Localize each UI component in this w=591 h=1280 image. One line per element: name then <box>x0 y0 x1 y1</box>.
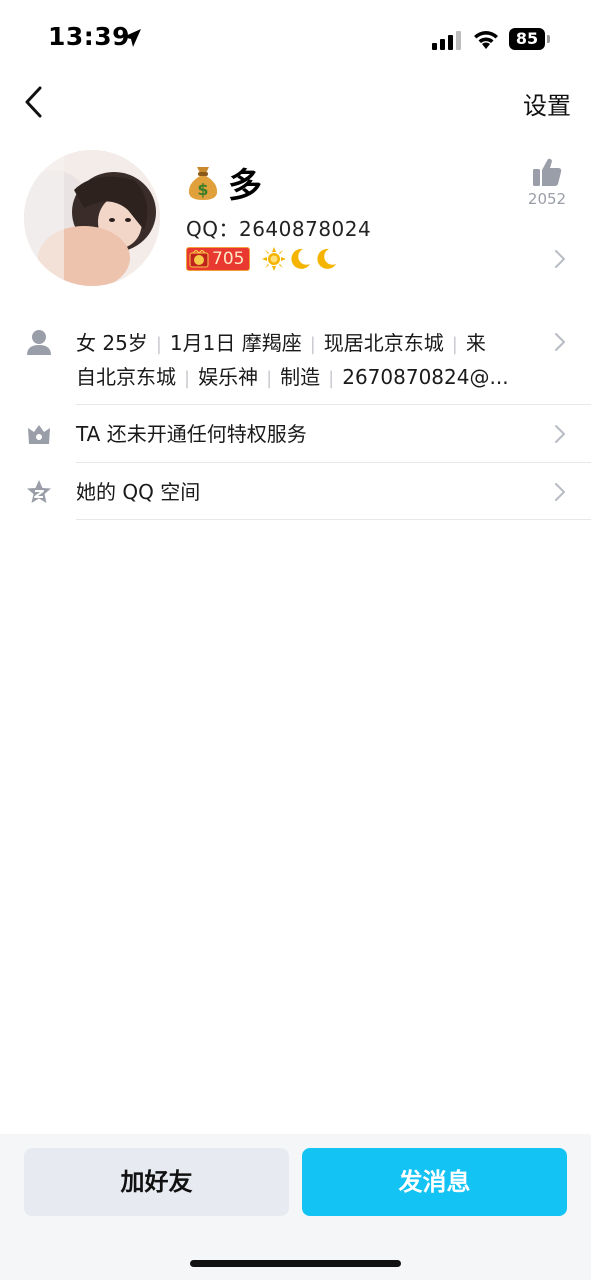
info-gender-age: 女 25岁 <box>76 331 148 355</box>
crown-icon <box>28 425 50 444</box>
info-company: 娱乐神 <box>198 365 259 389</box>
settings-link[interactable]: 设置 <box>523 86 571 121</box>
moon-icon <box>317 248 337 269</box>
status-time: 13:39 <box>48 22 131 51</box>
qzone-text: 她的 QQ 空间 <box>76 480 201 504</box>
info-email: 2670870824@... <box>342 365 509 389</box>
level-number: 705 <box>212 249 245 269</box>
person-icon <box>27 330 51 355</box>
separator: | <box>451 334 458 355</box>
basic-info-line-2: 自北京东城 | 娱乐神 | 制造 | 2670870824@... <box>76 360 509 396</box>
chevron-right-icon <box>555 483 565 501</box>
separator: | <box>309 334 316 355</box>
separator: | <box>155 334 162 355</box>
battery-indicator: 85 <box>509 28 545 50</box>
avatar[interactable] <box>24 150 160 286</box>
home-indicator <box>190 1260 401 1267</box>
cellular-signal-icon <box>432 31 461 50</box>
sun-icon <box>262 247 287 271</box>
info-hometown-end: 自北京东城 <box>76 365 176 389</box>
like-button[interactable]: 2052 <box>525 156 569 208</box>
money-bag-icon: $ <box>188 167 218 200</box>
avatar-photo <box>24 150 160 286</box>
wifi-icon <box>474 31 498 49</box>
status-bar: 13:39 85 <box>0 0 591 78</box>
info-location: 现居北京东城 <box>323 331 444 355</box>
basic-info-row[interactable]: 女 25岁 | 1月1日 摩羯座 | 现居北京东城 | 来 自北京东城 | 娱乐神 | 制造 | 267… <box>0 322 591 402</box>
privilege-text: TA 还未开通任何特权服务 <box>76 422 307 446</box>
info-birthday: 1月1日 摩羯座 <box>169 331 302 355</box>
chevron-right-icon <box>555 333 565 351</box>
chevron-right-icon[interactable] <box>553 248 567 270</box>
level-badge-icon <box>189 250 209 268</box>
profile-page: 13:39 85 设置 $ 多 QQ：2640878024 705 2052 女… <box>0 0 591 1280</box>
separator: | <box>266 368 273 389</box>
divider <box>76 519 591 520</box>
back-arrow-icon[interactable] <box>20 84 50 120</box>
qzone-row[interactable]: 她的 QQ 空间 <box>0 463 591 520</box>
chevron-right-icon <box>555 425 565 443</box>
separator: | <box>184 368 191 389</box>
qq-number: QQ：2640878024 <box>186 217 372 241</box>
send-message-button[interactable]: 发消息 <box>302 1148 567 1216</box>
grade-icons <box>262 247 340 271</box>
privilege-row[interactable]: TA 还未开通任何特权服务 <box>0 405 591 462</box>
nickname: 多 <box>228 165 262 206</box>
badges-row[interactable]: 705 <box>186 247 340 271</box>
separator: | <box>328 368 335 389</box>
battery-tip <box>547 35 550 43</box>
thumbs-up-icon <box>533 158 562 186</box>
moon-icon <box>291 248 311 269</box>
location-arrow-icon <box>123 29 141 47</box>
add-friend-button[interactable]: 加好友 <box>24 1148 289 1216</box>
qzone-star-icon <box>27 480 51 503</box>
basic-info-line-1: 女 25岁 | 1月1日 摩羯座 | 现居北京东城 | 来 <box>76 326 486 362</box>
svg-text:$: $ <box>197 180 208 199</box>
level-badge: 705 <box>186 247 251 271</box>
name-row: $ 多 <box>186 160 262 206</box>
info-hometown-start: 来 <box>465 331 486 355</box>
like-count: 2052 <box>527 190 567 208</box>
info-occupation: 制造 <box>280 365 321 389</box>
